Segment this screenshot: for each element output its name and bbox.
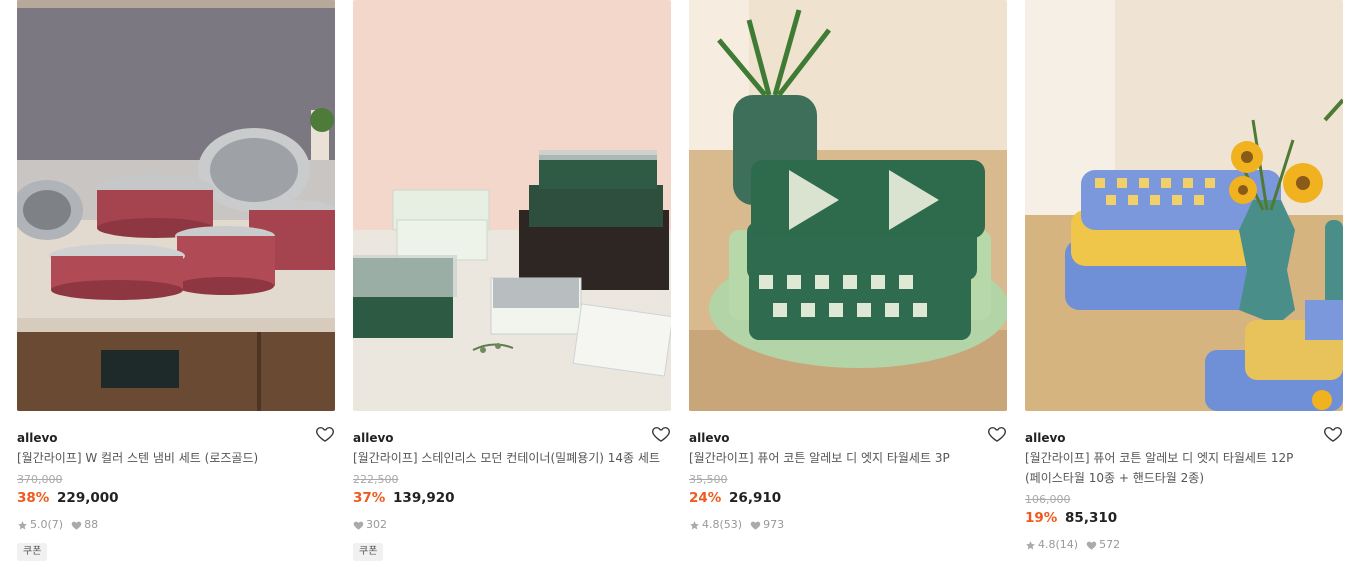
sale-price: 26,910 <box>729 490 782 506</box>
likes-group: 572 <box>1086 537 1120 553</box>
discount-rate: 37% <box>353 490 386 506</box>
like-count: 572 <box>1099 538 1121 551</box>
product-grid: allevo [월간라이프] W 컬러 스텐 냄비 세트 (로즈골드) 370,… <box>0 0 1362 582</box>
discount-rate: 24% <box>689 490 722 506</box>
original-price: 35,500 <box>689 473 728 486</box>
wishlist-heart-icon[interactable] <box>1323 424 1343 444</box>
product-image[interactable] <box>17 0 335 411</box>
heart-filled-icon <box>353 520 364 531</box>
rating-value: 4.8 <box>1038 538 1056 551</box>
brand-name[interactable]: allevo <box>353 431 394 445</box>
wishlist-heart-icon[interactable] <box>987 424 1007 444</box>
product-name[interactable]: [월간라이프] 퓨어 코튼 알레보 디 엣지 타월세트 12P <box>1025 449 1343 467</box>
likes-group: 973 <box>750 517 784 533</box>
product-card[interactable]: allevo [월간라이프] 스테인리스 모던 컨테이너(밀폐용기) 14종 세… <box>353 0 671 561</box>
sale-price: 229,000 <box>57 490 119 506</box>
product-stats: 4.8 (53) 973 <box>689 517 1007 533</box>
rating-group: 5.0 (7) <box>17 517 63 533</box>
product-stats: 302 <box>353 517 671 533</box>
review-count: (53) <box>719 518 743 531</box>
rating-value: 4.8 <box>702 518 720 531</box>
product-name[interactable]: [월간라이프] W 컬러 스텐 냄비 세트 (로즈골드) <box>17 449 335 467</box>
review-count: (7) <box>47 518 64 531</box>
price-row: 19% 85,310 <box>1025 508 1343 528</box>
product-name[interactable]: [월간라이프] 스테인리스 모던 컨테이너(밀폐용기) 14종 세트 <box>353 449 671 467</box>
coupon-badge: 쿠폰 <box>17 543 48 561</box>
like-count: 302 <box>366 518 387 531</box>
rating-group: 4.8 (53) <box>689 517 742 533</box>
product-image[interactable] <box>1025 0 1343 411</box>
brand-name[interactable]: allevo <box>1025 431 1066 445</box>
heart-filled-icon <box>1086 540 1097 551</box>
brand-name[interactable]: allevo <box>689 431 730 445</box>
rating-group: 4.8 (14) <box>1025 537 1078 553</box>
product-name[interactable]: [월간라이프] 퓨어 코튼 알레보 디 엣지 타월세트 3P <box>689 449 1007 467</box>
star-icon <box>689 520 700 531</box>
price-row: 37% 139,920 <box>353 488 671 508</box>
original-price: 370,000 <box>17 473 63 486</box>
coupon-badge: 쿠폰 <box>353 543 384 561</box>
like-count: 88 <box>84 518 99 531</box>
star-icon <box>17 520 28 531</box>
discount-rate: 19% <box>1025 510 1058 526</box>
review-count: (14) <box>1055 538 1079 551</box>
product-card[interactable]: allevo [월간라이프] 퓨어 코튼 알레보 디 엣지 타월세트 3P 35… <box>689 0 1007 533</box>
likes-group: 302 <box>353 517 387 533</box>
wishlist-heart-icon[interactable] <box>315 424 335 444</box>
brand-name[interactable]: allevo <box>17 431 58 445</box>
sale-price: 85,310 <box>1065 510 1118 526</box>
like-count: 973 <box>763 518 785 531</box>
product-image[interactable] <box>353 0 671 411</box>
price-row: 24% 26,910 <box>689 488 1007 508</box>
price-row: 38% 229,000 <box>17 488 335 508</box>
product-stats: 4.8 (14) 572 <box>1025 537 1343 553</box>
product-name-line-2[interactable]: (페이스타월 10종 + 핸드타월 2종) <box>1025 469 1343 487</box>
heart-filled-icon <box>71 520 82 531</box>
star-icon <box>1025 540 1036 551</box>
product-card[interactable]: allevo [월간라이프] 퓨어 코튼 알레보 디 엣지 타월세트 12P (… <box>1025 0 1343 553</box>
product-image[interactable] <box>689 0 1007 411</box>
original-price: 222,500 <box>353 473 399 486</box>
product-stats: 5.0 (7) 88 <box>17 517 335 533</box>
rating-value: 5.0 <box>30 518 48 531</box>
sale-price: 139,920 <box>393 490 455 506</box>
original-price: 106,000 <box>1025 493 1071 506</box>
wishlist-heart-icon[interactable] <box>651 424 671 444</box>
likes-group: 88 <box>71 517 98 533</box>
heart-filled-icon <box>750 520 761 531</box>
discount-rate: 38% <box>17 490 50 506</box>
product-card[interactable]: allevo [월간라이프] W 컬러 스텐 냄비 세트 (로즈골드) 370,… <box>17 0 335 561</box>
